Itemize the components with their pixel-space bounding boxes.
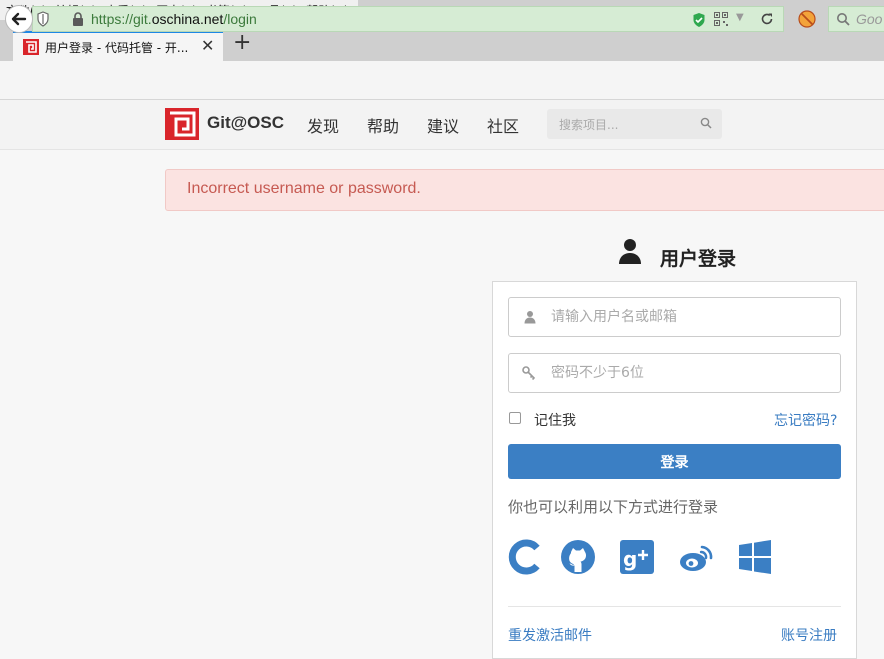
browser-tab-active[interactable]: 用户登录 - 代码托管 - 开... ✕ <box>13 31 223 61</box>
adblock-icon[interactable] <box>798 10 816 28</box>
search-icon[interactable] <box>700 117 712 129</box>
user-icon <box>619 239 641 264</box>
arrow-left-icon <box>11 12 27 26</box>
username-input[interactable] <box>551 307 831 327</box>
url-path: /login <box>223 11 257 27</box>
password-input[interactable] <box>551 363 831 383</box>
panel-divider <box>508 606 841 607</box>
remember-me-label[interactable]: 记住我 <box>534 410 576 430</box>
gitosc-favicon-icon <box>23 39 39 55</box>
nav-help[interactable]: 帮助 <box>367 113 399 137</box>
windows-icon[interactable] <box>737 539 773 575</box>
reload-icon[interactable] <box>760 12 774 26</box>
browser-navbar <box>0 61 884 100</box>
remember-me-checkbox[interactable] <box>509 412 521 424</box>
search-icon <box>837 13 850 26</box>
key-icon <box>522 366 536 380</box>
forgot-password-link[interactable]: 忘记密码? <box>774 410 837 430</box>
url-scheme: https://git. <box>91 11 152 27</box>
browser-search-placeholder: Goo <box>856 11 883 27</box>
login-title: 用户登录 <box>660 248 737 270</box>
site-logo-text[interactable]: Git@OSC <box>207 113 284 133</box>
svg-text:g: g <box>623 547 637 571</box>
lock-icon[interactable] <box>72 12 84 26</box>
github-icon[interactable] <box>560 539 596 575</box>
verified-shield-icon[interactable] <box>692 12 706 28</box>
qr-code-icon[interactable] <box>714 12 728 26</box>
nav-suggest[interactable]: 建议 <box>427 113 459 137</box>
resend-activation-link[interactable]: 重发激活邮件 <box>508 625 592 645</box>
csdn-icon[interactable] <box>507 539 543 575</box>
alt-login-text: 你也可以利用以下方式进行登录 <box>508 498 719 516</box>
new-tab-plus-icon[interactable]: + <box>233 32 251 54</box>
gitosc-logo-icon[interactable] <box>165 108 199 140</box>
nav-community[interactable]: 社区 <box>487 113 519 137</box>
project-search-placeholder: 搜索项目... <box>559 118 619 132</box>
url-host: oschina.net <box>151 11 224 27</box>
tab-title: 用户登录 - 代码托管 - 开... <box>45 41 189 55</box>
error-message: Incorrect username or password. <box>187 180 421 197</box>
login-button[interactable]: 登录 <box>508 444 841 479</box>
chevron-down-icon[interactable]: ▼ <box>736 12 746 26</box>
tracking-shield-icon[interactable] <box>36 11 50 27</box>
url-text[interactable]: https://git.oschina.net/login <box>91 11 257 27</box>
back-button[interactable] <box>5 5 33 33</box>
register-link[interactable]: 账号注册 <box>781 625 837 645</box>
weibo-icon[interactable] <box>678 539 714 575</box>
close-icon[interactable]: ✕ <box>201 38 215 54</box>
nav-discover[interactable]: 发现 <box>307 113 339 137</box>
google-plus-icon[interactable]: g <box>619 539 655 575</box>
user-icon <box>524 311 536 324</box>
